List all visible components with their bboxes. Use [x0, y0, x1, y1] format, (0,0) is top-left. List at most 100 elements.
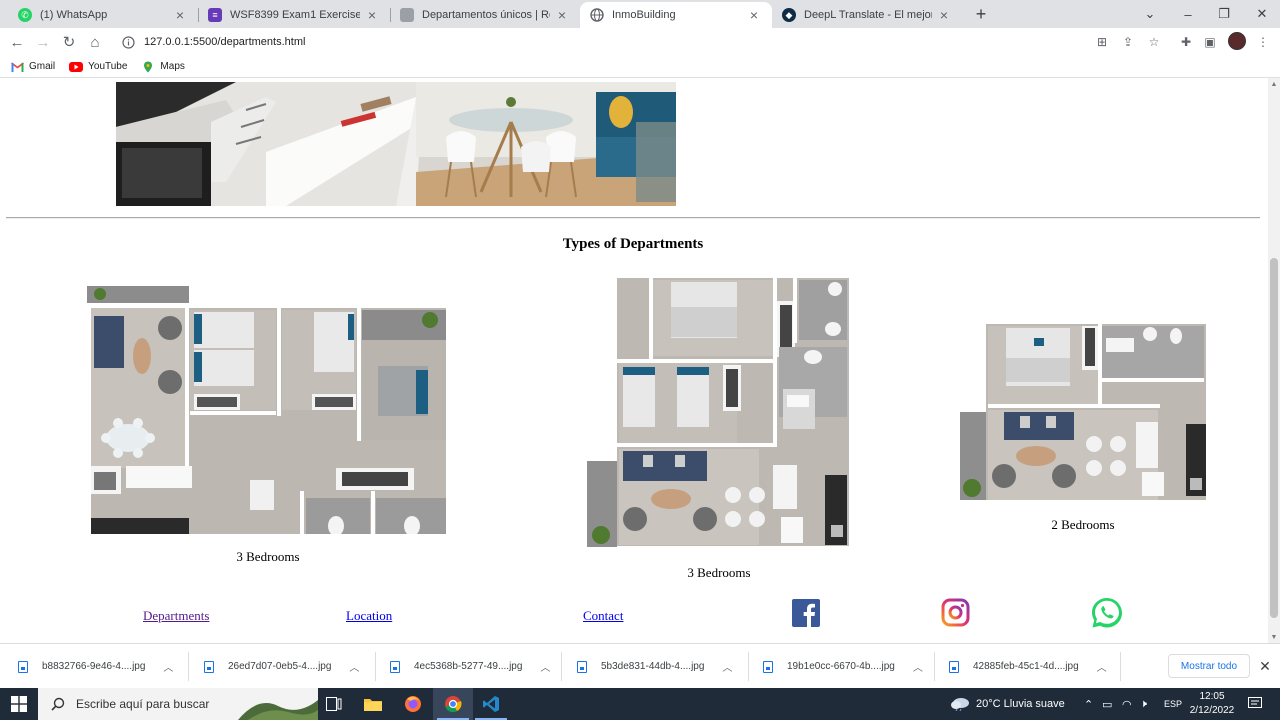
whatsapp-icon[interactable] — [1090, 596, 1124, 630]
address-bar[interactable]: 127.0.0.1:5500/departments.html — [112, 30, 1172, 54]
bookmark-label: YouTube — [88, 61, 128, 72]
download-filename: 4ec5368b-5277-49....jpg — [414, 661, 523, 672]
download-item[interactable]: 4ec5368b-5277-49....jpg ︿ — [390, 644, 550, 689]
translate-icon[interactable]: ⊞ — [1094, 34, 1110, 50]
close-icon[interactable]: × — [936, 7, 952, 23]
windows-start-icon[interactable] — [0, 688, 38, 720]
download-filename: 19b1e0cc-6670-4b....jpg — [787, 661, 895, 672]
section-divider — [6, 217, 1260, 219]
download-item[interactable]: 19b1e0cc-6670-4b....jpg ︿ — [763, 644, 923, 689]
side-panel-icon[interactable]: ▣ — [1202, 34, 1218, 50]
avatar[interactable] — [1228, 32, 1246, 50]
tab-deepl[interactable]: ◆ DeepL Translate - El mejor tradu × — [772, 2, 962, 28]
clock-date: 2/12/2022 — [1189, 705, 1235, 716]
file-icon — [390, 660, 400, 673]
download-separator — [561, 652, 562, 681]
scrollbar[interactable]: ▲ ▼ — [1268, 78, 1280, 643]
tab-exam[interactable]: ≡ WSF8399 Exam1 Exercise × — [198, 2, 390, 28]
weather-text: 20°C Lluvia suave — [976, 698, 1065, 710]
new-tab-button[interactable]: + — [970, 4, 992, 24]
footer-link-contact[interactable]: Contact — [583, 608, 623, 624]
bookmark-maps[interactable]: Maps — [141, 61, 185, 72]
bookmark-label: Maps — [160, 61, 185, 72]
chrome-icon[interactable] — [433, 688, 473, 720]
chevron-up-icon[interactable]: ︿ — [1097, 659, 1107, 674]
file-explorer-icon[interactable] — [353, 688, 393, 720]
tab-whatsapp[interactable]: ✆ (1) WhatsApp × — [8, 2, 198, 28]
close-icon[interactable]: × — [554, 7, 570, 23]
close-icon[interactable]: × — [172, 7, 188, 23]
download-item[interactable]: 42885feb-45c1-4d....jpg ︿ — [949, 644, 1107, 689]
floor-plan-image[interactable] — [587, 277, 849, 549]
bookmark-gmail[interactable]: Gmail — [10, 61, 55, 72]
taskbar: Escribe aquí para buscar 20°C Lluvia sua… — [0, 688, 1280, 720]
language-indicator[interactable]: ESP — [1164, 688, 1182, 720]
chevron-up-icon[interactable]: ︿ — [540, 659, 550, 674]
close-icon[interactable]: × — [364, 7, 380, 23]
chevron-up-icon[interactable]: ︿ — [163, 659, 173, 674]
download-separator — [188, 652, 189, 681]
youtube-icon — [69, 61, 84, 72]
weather-widget[interactable]: 20°C Lluvia suave — [950, 688, 1065, 720]
firefox-icon[interactable] — [393, 688, 433, 720]
info-icon[interactable] — [120, 34, 136, 50]
forward-icon[interactable]: → — [32, 32, 54, 52]
download-filename: 42885feb-45c1-4d....jpg — [973, 661, 1079, 672]
chevron-up-icon[interactable]: ︿ — [349, 659, 359, 674]
globe-icon — [590, 8, 604, 22]
search-highlight-image — [238, 700, 318, 720]
floor-plan-image[interactable] — [960, 324, 1206, 502]
close-icon[interactable]: × — [746, 7, 762, 23]
share-icon[interactable]: ⇪ — [1120, 34, 1136, 50]
scroll-up-icon[interactable]: ▲ — [1270, 80, 1278, 88]
tab-inmobuilding[interactable]: InmoBuilding × — [580, 2, 772, 28]
restore-icon[interactable]: ❐ — [1206, 0, 1242, 28]
back-icon[interactable]: ← — [6, 32, 28, 52]
bookmark-star-icon[interactable]: ☆ — [1146, 34, 1162, 50]
download-item[interactable]: 26ed7d07-0eb5-4....jpg ︿ — [204, 644, 359, 689]
hero-image — [116, 82, 676, 206]
chevron-up-icon[interactable]: ︿ — [913, 659, 923, 674]
download-separator — [375, 652, 376, 681]
tab-label: Departamentos únicos | Retamo — [422, 9, 550, 21]
footer-link-departments[interactable]: Departments — [143, 608, 209, 624]
clock-time: 12:05 — [1199, 691, 1225, 702]
battery-icon[interactable]: ▭ — [1102, 688, 1112, 720]
notifications-icon[interactable] — [1248, 688, 1262, 720]
extensions-icon[interactable]: ✚ — [1178, 34, 1194, 50]
chevron-up-icon[interactable]: ⌃ — [1084, 688, 1093, 720]
download-separator — [1120, 652, 1121, 681]
scrollbar-thumb[interactable] — [1270, 258, 1278, 618]
file-icon — [18, 660, 28, 673]
home-icon[interactable]: ⌂ — [84, 32, 106, 52]
chevron-up-icon[interactable]: ︿ — [722, 659, 732, 674]
taskbar-search-input[interactable]: Escribe aquí para buscar — [38, 688, 318, 720]
bookmark-youtube[interactable]: YouTube — [69, 61, 127, 72]
bookmarks-bar: Gmail YouTube Maps — [0, 56, 1280, 78]
download-item[interactable]: 5b3de831-44db-4....jpg ︿ — [577, 644, 732, 689]
reload-icon[interactable]: ↻ — [58, 32, 80, 52]
task-view-icon[interactable] — [314, 688, 354, 720]
tab-search-icon[interactable]: ⌄ — [1132, 0, 1168, 28]
file-icon — [577, 660, 587, 673]
close-window-icon[interactable]: ✕ — [1244, 0, 1280, 28]
download-filename: 5b3de831-44db-4....jpg — [601, 661, 705, 672]
wifi-icon[interactable]: ◠ — [1122, 688, 1132, 720]
search-icon — [50, 696, 66, 712]
clock[interactable]: 12:05 2/12/2022 — [1184, 690, 1240, 718]
footer-link-location[interactable]: Location — [346, 608, 392, 624]
tab-departamentos[interactable]: Departamentos únicos | Retamo × — [390, 2, 580, 28]
facebook-icon[interactable] — [792, 599, 820, 627]
tab-label: InmoBuilding — [612, 9, 676, 21]
volume-mute-icon[interactable]: 🕨 — [1140, 688, 1147, 720]
search-placeholder: Escribe aquí para buscar — [76, 697, 210, 711]
minimize-icon[interactable]: – — [1170, 0, 1206, 28]
close-icon[interactable]: ✕ — [1257, 658, 1273, 674]
download-item[interactable]: b8832766-9e46-4....jpg ︿ — [18, 644, 173, 689]
vscode-icon[interactable] — [471, 688, 511, 720]
instagram-icon[interactable] — [941, 598, 970, 627]
menu-icon[interactable]: ⋮ — [1255, 34, 1271, 50]
floor-plan-image[interactable] — [86, 286, 446, 534]
show-all-button[interactable]: Mostrar todo — [1168, 654, 1250, 678]
scroll-down-icon[interactable]: ▼ — [1270, 633, 1278, 641]
